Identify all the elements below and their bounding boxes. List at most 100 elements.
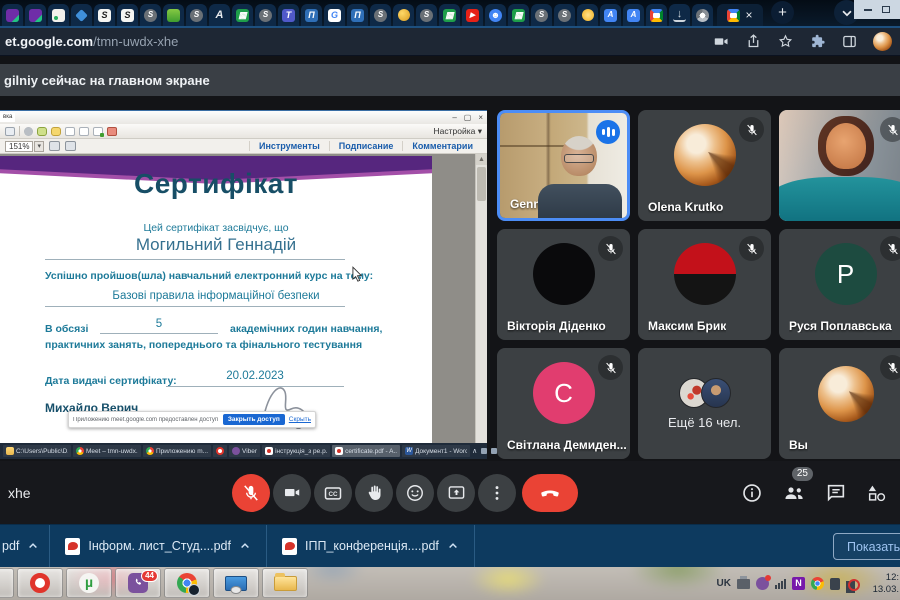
participant-tile-rusya[interactable]: P Руся Поплавська	[779, 229, 900, 340]
onenote-icon[interactable]: N	[792, 577, 805, 590]
pinned-tab[interactable]: ▦	[508, 4, 529, 26]
pdf-settings-menu[interactable]: Настройка ▾	[434, 126, 482, 137]
pinned-tab[interactable]: ↓	[669, 4, 690, 26]
tab-sign[interactable]: Подписание	[328, 141, 403, 151]
tab-comments[interactable]: Комментарии	[402, 141, 482, 151]
pinned-tab[interactable]: G	[324, 4, 345, 26]
more-participants-tile[interactable]: Ещё 16 чел.	[638, 348, 771, 459]
chat-icon[interactable]	[825, 482, 847, 504]
show-all-downloads-button[interactable]: Показать все	[833, 533, 900, 560]
download-options-chevron-icon[interactable]	[239, 540, 251, 552]
pinned-tab[interactable]: S	[531, 4, 552, 26]
download-item[interactable]: Інформ. лист_Студ....pdf	[50, 525, 267, 567]
pinned-tab[interactable]: S	[416, 4, 437, 26]
mic-mute-button[interactable]	[232, 473, 270, 512]
participant-tile-you[interactable]: Вы	[779, 348, 900, 459]
pinned-tab[interactable]: S	[140, 4, 161, 26]
pinned-tab[interactable]: A	[623, 4, 644, 26]
participant-tile-svitlana[interactable]: C Світлана Демиден...	[497, 348, 630, 459]
profile-avatar[interactable]	[873, 32, 892, 51]
people-panel-button[interactable]: 25	[782, 466, 813, 505]
download-options-chevron-icon[interactable]	[447, 540, 459, 552]
share-icon[interactable]	[745, 33, 762, 50]
download-item[interactable]: pdf	[0, 525, 51, 567]
pinned-tab[interactable]	[25, 4, 46, 26]
tab-tools[interactable]: Инструменты	[248, 141, 329, 151]
taskbar-explorer-button[interactable]	[262, 568, 308, 598]
taskbar-opera-button[interactable]	[17, 568, 63, 598]
email-icon[interactable]	[5, 126, 15, 136]
shared-taskbar-item[interactable]	[213, 445, 227, 457]
active-tab[interactable]: ×	[717, 4, 763, 26]
pinned-tab[interactable]: S	[370, 4, 391, 26]
end-call-button[interactable]	[522, 473, 578, 512]
captions-button[interactable]: CC	[314, 473, 352, 512]
url-text[interactable]: et.google.com/tmn-uwdx-xhe	[5, 34, 178, 49]
new-tab-button[interactable]: +	[771, 1, 794, 24]
viber-tray-icon[interactable]	[756, 575, 771, 590]
shared-taskbar-item[interactable]: certificate.pdf - A...	[332, 445, 401, 457]
taskbar-chrome-button[interactable]	[164, 568, 210, 598]
shared-taskbar-item[interactable]: Viber	[229, 445, 261, 457]
pinned-tab[interactable]	[393, 4, 414, 26]
taskbar-display-settings-button[interactable]	[213, 568, 259, 598]
screen-capture-icon[interactable]	[713, 33, 730, 50]
pinned-tab[interactable]: Π	[347, 4, 368, 26]
page-icon[interactable]	[79, 126, 89, 136]
shared-taskbar-item[interactable]: Meet – tmn-uwdx...	[73, 445, 141, 457]
pdf-minimize-icon[interactable]: –	[452, 112, 456, 123]
zoom-level[interactable]: 151%	[5, 140, 34, 152]
tray-chevron-icon[interactable]: ∧	[472, 447, 477, 455]
raise-hand-button[interactable]	[355, 473, 393, 512]
chrome-tray-icon[interactable]	[811, 577, 824, 590]
fit-page-icon[interactable]	[64, 141, 76, 151]
shared-taskbar-item[interactable]: C:\Users\Public\D...	[3, 445, 71, 457]
pinned-tab[interactable]: T	[278, 4, 299, 26]
minimize-icon[interactable]	[864, 8, 872, 11]
pinned-tab[interactable]: S	[554, 4, 575, 26]
pinned-tab[interactable]: S	[255, 4, 276, 26]
sticky-note-icon[interactable]	[51, 126, 61, 136]
pinned-tab[interactable]: A	[209, 4, 230, 26]
page-icon[interactable]	[65, 126, 75, 136]
pinned-tab[interactable]: A	[600, 4, 621, 26]
pdf-close-icon[interactable]: ×	[478, 112, 483, 123]
pinned-tab[interactable]: ▶	[462, 4, 483, 26]
scrollbar-thumb[interactable]	[477, 167, 486, 201]
participant-tile-viktoria[interactable]: Вікторія Діденко	[497, 229, 630, 340]
camera-button[interactable]	[273, 473, 311, 512]
activities-icon[interactable]	[866, 482, 888, 504]
pinned-tab[interactable]	[692, 4, 713, 26]
download-options-chevron-icon[interactable]	[27, 540, 39, 552]
taskbar-viber-button[interactable]: 44	[115, 568, 161, 598]
present-button[interactable]	[437, 473, 475, 512]
pinned-tab[interactable]: ▦	[439, 4, 460, 26]
shared-taskbar-item[interactable]: W Документ1 - Word	[402, 445, 471, 457]
participant-tile-maksym[interactable]: Максим Брик	[638, 229, 771, 340]
language-indicator[interactable]: UK	[717, 578, 731, 589]
pinned-tab[interactable]	[577, 4, 598, 26]
pdf-maximize-icon[interactable]: ▢	[464, 112, 472, 123]
participant-tile-gennadiy[interactable]: Gennadiy Mogilniy	[497, 110, 630, 221]
comment-icon[interactable]	[37, 126, 47, 136]
taskbar-app-cut[interactable]	[0, 568, 14, 598]
pinned-tab[interactable]: S	[186, 4, 207, 26]
reactions-button[interactable]	[396, 473, 434, 512]
more-options-button[interactable]	[478, 473, 516, 512]
participant-tile-irina[interactable]: Ирина Масловская	[779, 110, 900, 221]
network-signal-icon[interactable]	[775, 578, 786, 589]
stop-sharing-button[interactable]: Закрыть доступ	[222, 414, 285, 425]
taskbar-utorrent-button[interactable]: µ	[66, 568, 112, 598]
power-icon[interactable]	[830, 577, 840, 590]
download-item[interactable]: ІПП_конференція....pdf	[267, 525, 475, 567]
pinned-tab[interactable]: S	[94, 4, 115, 26]
speaker-muted-icon[interactable]	[846, 578, 860, 593]
settings-gear-icon[interactable]	[24, 126, 33, 136]
scroll-up-icon[interactable]: ▲	[476, 154, 487, 165]
shared-taskbar-item[interactable]: інструкція_з ре.р...	[262, 445, 331, 457]
taskbar-clock[interactable]: 12: 13.03.	[866, 572, 899, 595]
pinned-tab[interactable]	[163, 4, 184, 26]
participant-tile-olena[interactable]: Olena Krutko	[638, 110, 771, 221]
shared-taskbar-item[interactable]: Приложению m...	[143, 445, 211, 457]
side-panel-icon[interactable]	[841, 33, 858, 50]
